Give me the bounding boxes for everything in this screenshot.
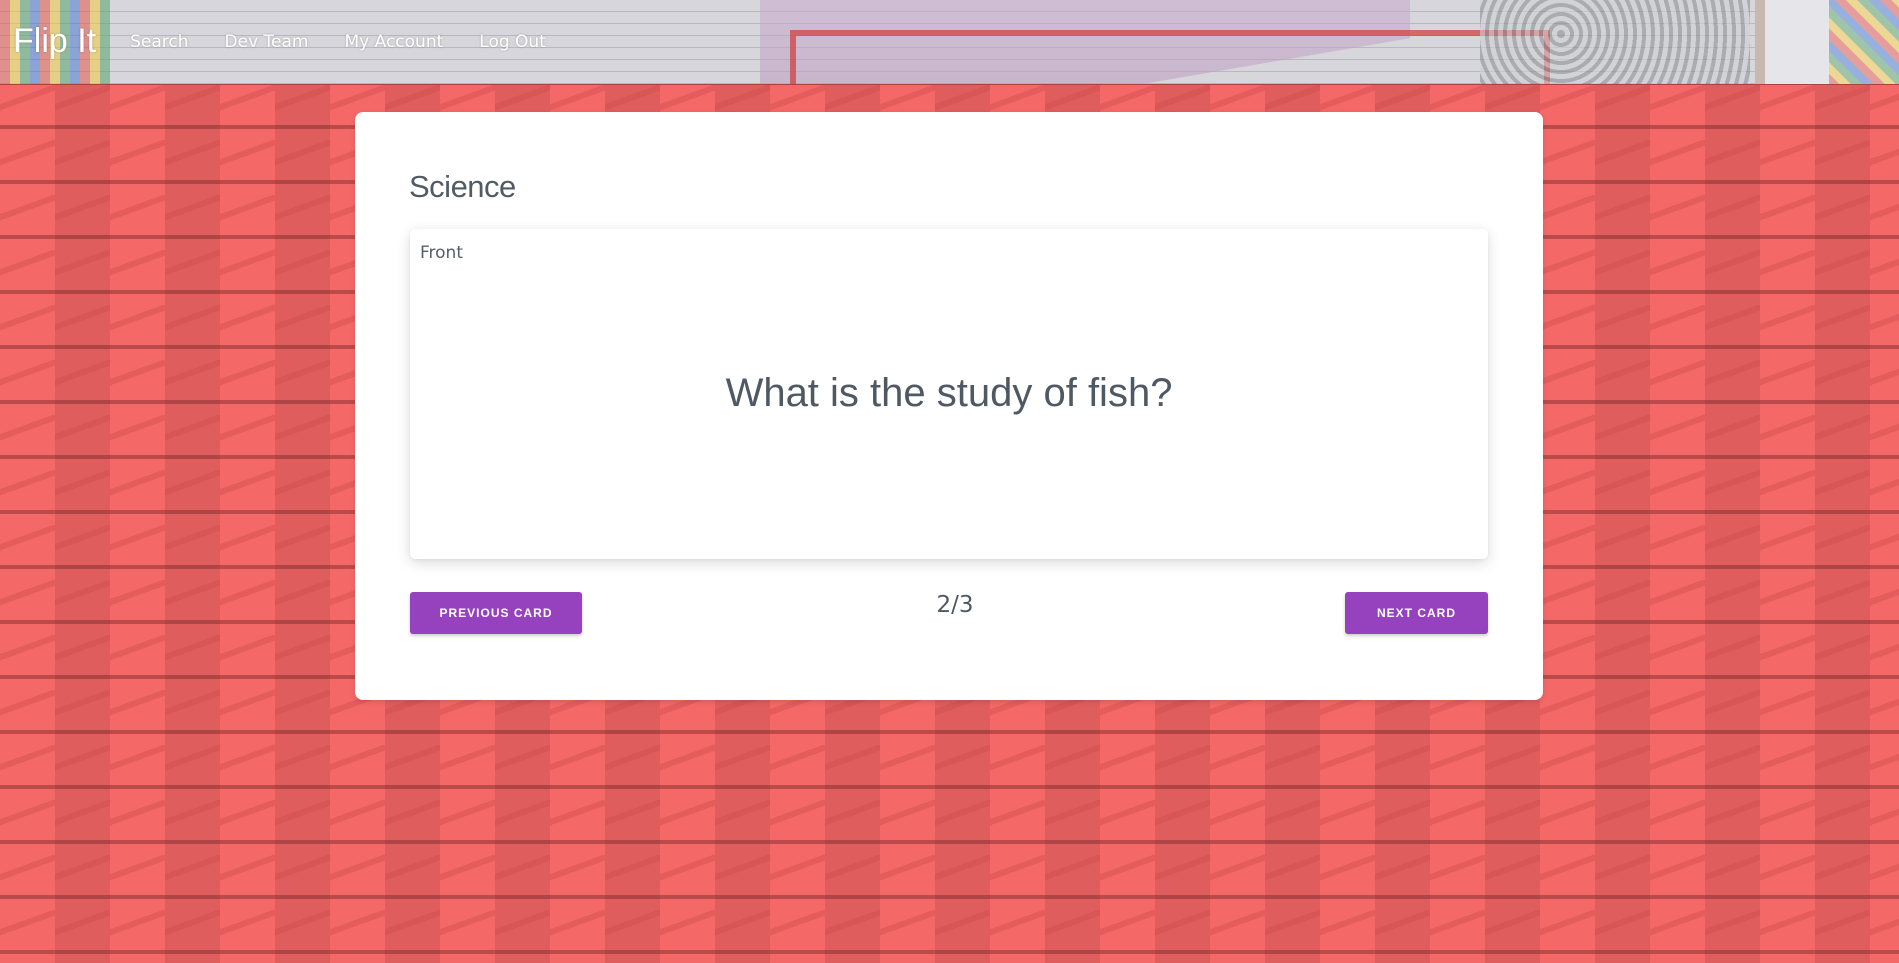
brand-logo-link[interactable]: Flip It xyxy=(13,22,96,61)
top-navbar: Flip It Search Dev Team My Account Log O… xyxy=(0,0,1899,85)
header-photo-decoration xyxy=(1755,0,1899,84)
flashcard[interactable]: Front What is the study of fish? xyxy=(410,229,1488,559)
card-counter: 2/3 xyxy=(936,592,974,618)
header-photo-decoration xyxy=(790,30,1550,84)
deck-title: Science xyxy=(409,169,516,204)
card-side-label: Front xyxy=(420,243,463,263)
next-card-button[interactable]: Next Card xyxy=(1345,592,1488,634)
nav-menu: Flip It Search Dev Team My Account Log O… xyxy=(0,0,582,84)
nav-link-search[interactable]: Search xyxy=(130,32,188,52)
deck-panel: Science Front What is the study of fish?… xyxy=(355,112,1543,700)
nav-link-log-out[interactable]: Log Out xyxy=(479,32,546,52)
header-photo-decoration xyxy=(1480,0,1750,84)
nav-link-dev-team[interactable]: Dev Team xyxy=(225,32,309,52)
card-question-text: What is the study of fish? xyxy=(725,371,1173,415)
nav-link-my-account[interactable]: My Account xyxy=(344,32,443,52)
previous-card-button[interactable]: Previous Card xyxy=(410,592,582,634)
